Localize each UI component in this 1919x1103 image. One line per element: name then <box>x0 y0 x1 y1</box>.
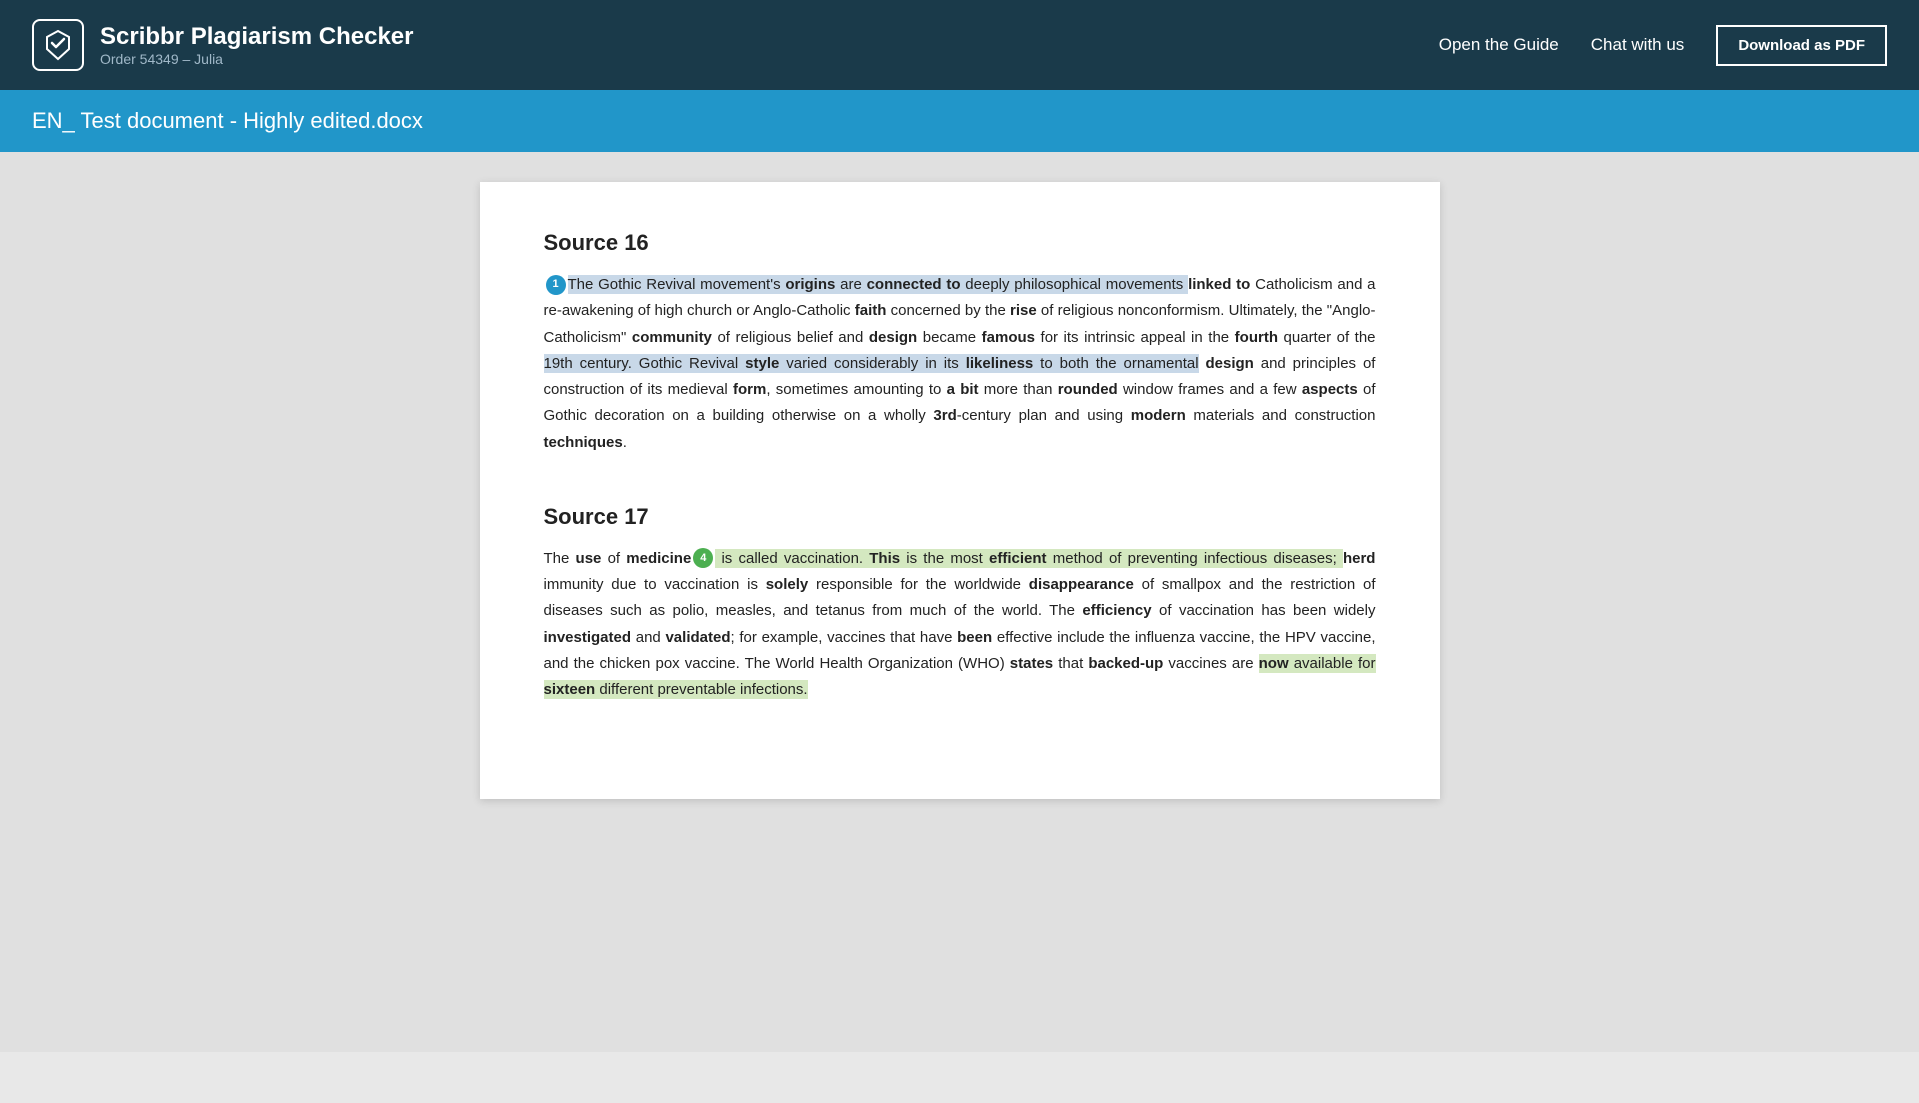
citation-badge-4[interactable]: 4 <box>693 548 713 568</box>
text-segment: The Gothic Revival movement's origins ar… <box>568 275 1189 294</box>
bold-word: medicine <box>626 550 691 567</box>
document-title-bar: EN_ Test document - Highly edited.docx <box>0 90 1919 152</box>
header-left: Scribbr Plagiarism Checker Order 54349 –… <box>32 19 413 71</box>
bold-word: famous <box>982 329 1035 346</box>
bold-word: faith <box>855 302 887 319</box>
source-16-text: 1The Gothic Revival movement's origins a… <box>544 272 1376 456</box>
logo-icon <box>32 19 84 71</box>
bold-word: origins <box>785 276 835 293</box>
header: Scribbr Plagiarism Checker Order 54349 –… <box>0 0 1919 90</box>
bold-word: design <box>1205 355 1253 372</box>
app-title: Scribbr Plagiarism Checker <box>100 23 413 52</box>
source-17-text: The use of medicine4 is called vaccinati… <box>544 546 1376 704</box>
bold-word: a bit <box>947 381 979 398</box>
open-guide-link[interactable]: Open the Guide <box>1439 35 1559 55</box>
bold-word: aspects <box>1302 381 1358 398</box>
bold-word: 3rd <box>933 407 956 424</box>
bold-word: efficient <box>989 550 1047 567</box>
logo-text: Scribbr Plagiarism Checker Order 54349 –… <box>100 23 413 68</box>
bold-word: rise <box>1010 302 1037 319</box>
content-area: Source 16 1The Gothic Revival movement's… <box>0 152 1919 1052</box>
bold-word: modern <box>1131 407 1186 424</box>
order-subtitle: Order 54349 – Julia <box>100 51 413 67</box>
header-nav: Open the Guide Chat with us Download as … <box>1439 25 1887 66</box>
bold-word: form <box>733 381 766 398</box>
bold-word: efficiency <box>1082 602 1151 619</box>
bold-word: been <box>957 629 992 646</box>
chat-link[interactable]: Chat with us <box>1591 35 1685 55</box>
bold-word: connected to <box>867 276 961 293</box>
bold-word: now <box>1259 655 1289 672</box>
source-17-section: Source 17 The use of medicine4 is called… <box>544 504 1376 704</box>
bold-word: investigated <box>544 629 632 646</box>
text-segment: is called vaccination. This is the most … <box>715 549 1343 568</box>
bold-word: This <box>869 550 900 567</box>
text-segment: now available for sixteen different prev… <box>544 654 1376 699</box>
document-page: Source 16 1The Gothic Revival movement's… <box>480 182 1440 799</box>
source-16-title: Source 16 <box>544 230 1376 256</box>
bold-word: rounded <box>1058 381 1118 398</box>
bold-word: style <box>745 355 779 372</box>
bold-word: linked to <box>1188 276 1250 293</box>
bold-word: validated <box>665 629 730 646</box>
bold-word: solely <box>766 576 809 593</box>
bold-word: community <box>632 329 712 346</box>
bold-word: disappearance <box>1029 576 1134 593</box>
document-title: EN_ Test document - Highly edited.docx <box>32 108 423 133</box>
citation-badge-1[interactable]: 1 <box>546 275 566 295</box>
bold-word: states <box>1010 655 1053 672</box>
bold-word: backed-up <box>1088 655 1163 672</box>
download-pdf-button[interactable]: Download as PDF <box>1716 25 1887 66</box>
source-16-section: Source 16 1The Gothic Revival movement's… <box>544 230 1376 456</box>
bold-word: use <box>576 550 602 567</box>
bold-word: herd <box>1343 550 1376 567</box>
bold-word: design <box>869 329 917 346</box>
bold-word: sixteen <box>544 681 596 698</box>
text-segment: 19th century. Gothic Revival style varie… <box>544 354 1199 373</box>
bold-word: fourth <box>1235 329 1278 346</box>
bold-word: likeliness <box>966 355 1034 372</box>
bold-word: techniques <box>544 434 623 451</box>
source-17-title: Source 17 <box>544 504 1376 530</box>
